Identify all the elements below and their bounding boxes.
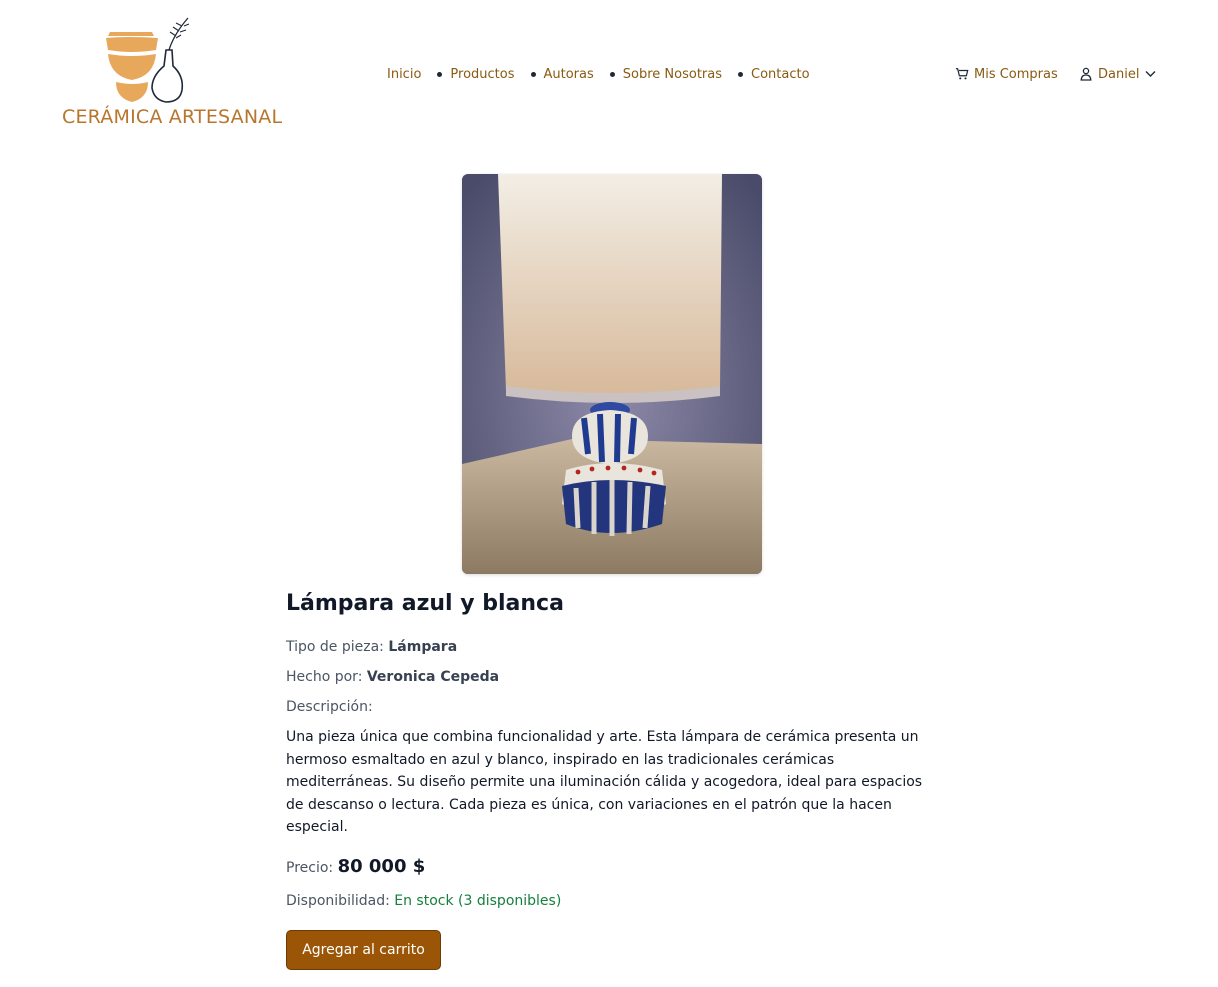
user-menu[interactable]: Daniel <box>1080 64 1156 84</box>
my-purchases-link[interactable]: Mis Compras <box>955 64 1058 84</box>
brand-logo[interactable]: CERÁMICA ARTESANAL <box>62 14 283 134</box>
add-to-cart-button[interactable]: Agregar al carrito <box>286 930 441 970</box>
product-availability-value: En stock (3 disponibles) <box>394 892 562 909</box>
product-maker-value: Veronica Cepeda <box>366 669 500 685</box>
chevron-down-icon <box>1145 71 1156 77</box>
nav-separator <box>609 71 615 77</box>
product-price-row: Precio: 80 000 $ <box>286 854 946 881</box>
product-price-label: Precio: <box>286 859 334 876</box>
product-type-value: Lámpara <box>388 639 458 655</box>
brand-name: CERÁMICA ARTESANAL <box>62 106 283 128</box>
nav-separator <box>738 71 744 77</box>
product-title: Lámpara azul y blanca <box>286 591 564 616</box>
nav-item-productos[interactable]: Productos <box>450 67 514 82</box>
nav-item-autoras[interactable]: Autoras <box>544 67 594 82</box>
product-type-row: Tipo de pieza: Lámpara <box>286 638 946 656</box>
product-description: Una pieza única que combina funcionalida… <box>286 729 923 835</box>
nav-item-sobre-nosotras[interactable]: Sobre Nosotras <box>623 67 722 82</box>
product-availability-label: Disponibilidad: <box>286 892 390 909</box>
product-maker-label: Hecho por: <box>286 669 363 685</box>
site-header: CERÁMICA ARTESANAL Inicio Productos Auto… <box>0 0 1218 150</box>
nav-item-contacto[interactable]: Contacto <box>751 67 810 82</box>
cart-label: Mis Compras <box>974 66 1058 82</box>
lamp-photo <box>462 174 762 574</box>
product-maker-row: Hecho por: Veronica Cepeda <box>286 668 946 686</box>
nav-item-inicio[interactable]: Inicio <box>387 67 421 82</box>
nav-separator <box>437 71 443 77</box>
product-description-label: Descripción: <box>286 699 373 715</box>
user-icon <box>1080 67 1092 81</box>
product-details: Lámpara azul y blanca Tipo de pieza: Lám… <box>286 588 946 970</box>
pottery-logo-icon <box>106 17 190 103</box>
product-type-label: Tipo de pieza: <box>286 639 384 655</box>
product-price-value: 80 000 $ <box>337 855 426 877</box>
cart-icon <box>955 68 969 80</box>
user-name: Daniel <box>1098 66 1140 82</box>
main-nav: Inicio Productos Autoras Sobre Nosotras … <box>387 64 810 84</box>
nav-separator <box>530 71 536 77</box>
product-availability-row: Disponibilidad: En stock (3 disponibles) <box>286 892 946 910</box>
product-image <box>462 174 762 574</box>
